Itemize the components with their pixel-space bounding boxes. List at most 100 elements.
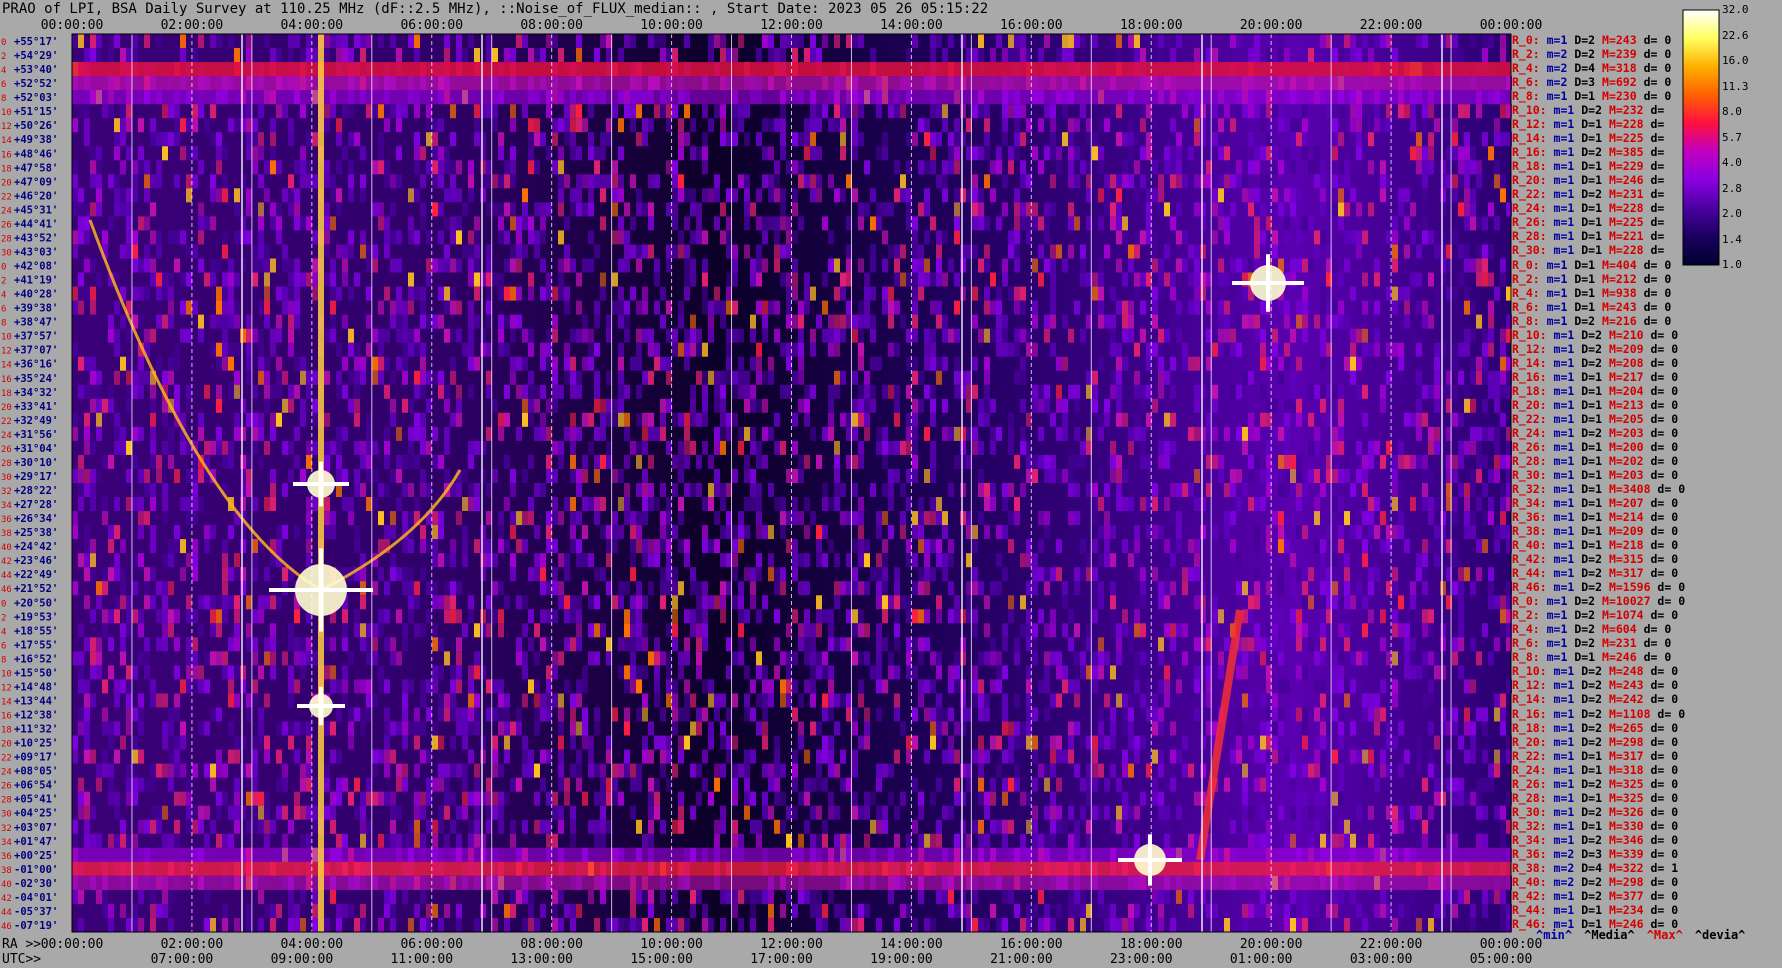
heatmap-cell	[942, 328, 948, 343]
heatmap-cell	[348, 497, 354, 511]
heatmap-cell	[90, 286, 96, 301]
heatmap-cell	[894, 188, 900, 203]
heatmap-cell	[1290, 581, 1296, 596]
heatmap-cell	[1416, 300, 1422, 315]
heatmap-cell	[612, 272, 618, 287]
heatmap-cell	[246, 595, 252, 610]
heatmap-cell	[1404, 216, 1410, 231]
heatmap-cell	[642, 244, 648, 259]
heatmap-cell	[810, 328, 816, 343]
heatmap-cell	[432, 132, 438, 147]
heatmap-cell	[264, 595, 270, 610]
heatmap-cell	[1380, 174, 1386, 189]
heatmap-cell	[636, 440, 642, 455]
heatmap-cell	[1362, 679, 1368, 694]
heatmap-cell	[546, 637, 552, 652]
heatmap-cell	[870, 398, 876, 413]
heatmap-cell	[756, 454, 762, 469]
heatmap-cell	[384, 104, 390, 119]
heatmap-cell	[756, 216, 762, 231]
heatmap-cell	[570, 595, 576, 610]
heatmap-cell	[618, 384, 624, 399]
heatmap-cell	[792, 160, 798, 175]
heatmap-cell	[372, 623, 378, 638]
heatmap-cell	[1200, 525, 1206, 540]
heatmap-cell	[1278, 454, 1284, 469]
heatmap-cell	[1020, 286, 1026, 301]
heatmap-cell	[1320, 300, 1326, 315]
heatmap-cell	[1062, 426, 1068, 441]
heatmap-cell	[204, 216, 210, 231]
heatmap-cell	[738, 440, 744, 455]
heatmap-cell	[270, 665, 276, 680]
heatmap-cell	[618, 665, 624, 680]
heatmap-cell	[1452, 553, 1458, 568]
heatmap-cell	[678, 230, 684, 245]
heatmap-cell	[774, 118, 780, 133]
heatmap-cell	[258, 595, 264, 610]
heatmap-cell	[1182, 483, 1188, 497]
heatmap-cell	[414, 412, 420, 427]
heatmap-cell	[492, 118, 498, 133]
heatmap-cell	[1416, 244, 1422, 259]
heatmap-cell	[1344, 553, 1350, 568]
heatmap-cell	[1080, 328, 1086, 343]
heatmap-cell	[342, 679, 348, 694]
heatmap-cell	[720, 525, 726, 540]
heatmap-cell	[990, 497, 996, 511]
heatmap-cell	[600, 426, 606, 441]
heatmap-cell	[1452, 511, 1458, 526]
heatmap-cell	[204, 679, 210, 694]
heatmap-cell	[336, 454, 342, 469]
heatmap-cell	[1098, 525, 1104, 540]
heatmap-cell	[1128, 440, 1134, 455]
heatmap-cell	[1128, 328, 1134, 343]
heatmap-cell	[1338, 300, 1344, 315]
heatmap-cell	[192, 539, 198, 554]
heatmap-cell	[354, 370, 360, 385]
heatmap-cell	[1464, 132, 1470, 147]
heatmap-cell	[1140, 398, 1146, 413]
heatmap-cell	[792, 286, 798, 301]
heatmap-cell	[1272, 595, 1278, 610]
heatmap-cell	[390, 412, 396, 427]
heatmap-cell	[486, 553, 492, 568]
heatmap-cell	[468, 440, 474, 455]
heatmap-cell	[1236, 553, 1242, 568]
heatmap-cell	[1380, 118, 1386, 133]
heatmap-cell	[330, 34, 336, 48]
heatmap-cell	[1500, 48, 1506, 62]
heatmap-cell	[114, 118, 120, 133]
heatmap-cell	[1182, 567, 1188, 582]
heatmap-cell	[360, 454, 366, 469]
heatmap-cell	[1344, 440, 1350, 455]
heatmap-cell	[1332, 384, 1338, 399]
heatmap-cell	[1320, 483, 1326, 497]
heatmap-cell	[1482, 511, 1488, 526]
heatmap-cell	[180, 230, 186, 245]
heatmap-cell	[612, 539, 618, 554]
heatmap-cell	[960, 637, 966, 652]
heatmap-cell	[288, 679, 294, 694]
heatmap-cell	[1110, 34, 1116, 48]
heatmap-cell	[654, 356, 660, 371]
heatmap-cell	[894, 637, 900, 652]
heatmap-cell	[1008, 412, 1014, 427]
heatmap-cell	[210, 216, 216, 231]
heatmap-cell	[1230, 328, 1236, 343]
heatmap-cell	[480, 623, 486, 638]
heatmap-cell	[858, 356, 864, 371]
heatmap-cell	[510, 286, 516, 301]
heatmap-cell	[1494, 426, 1500, 441]
heatmap-cell	[546, 469, 552, 483]
heatmap-cell	[1008, 48, 1014, 62]
heatmap-cell	[342, 384, 348, 399]
heatmap-cell	[606, 34, 612, 48]
heatmap-cell	[936, 258, 942, 273]
heatmap-cell	[864, 539, 870, 554]
heatmap-cell	[870, 384, 876, 399]
heatmap-cell	[1092, 539, 1098, 554]
heatmap-cell	[1494, 216, 1500, 231]
heatmap-cell	[546, 426, 552, 441]
heatmap-cell	[702, 384, 708, 399]
